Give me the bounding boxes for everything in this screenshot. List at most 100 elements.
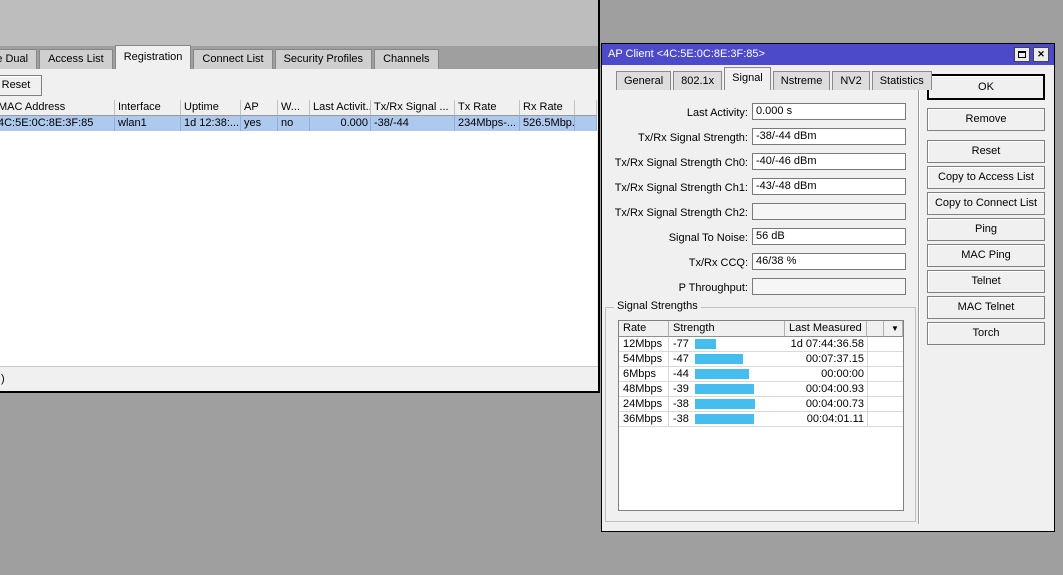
col-interface[interactable]: Interface — [115, 100, 181, 116]
signal-row[interactable]: 54Mbps -47 00:07:37.15 — [619, 352, 903, 367]
col-mac-address[interactable]: MAC Address — [0, 100, 115, 116]
signal-to-noise-field[interactable]: 56 dB — [752, 228, 906, 245]
strength-bar — [695, 339, 716, 349]
tab-channels[interactable]: Channels — [374, 49, 439, 69]
reset-button[interactable]: Reset — [927, 140, 1045, 163]
tab-nstreme[interactable]: Nstreme — [772, 71, 831, 90]
rate-value: 54Mbps — [619, 352, 669, 366]
signal-strengths-table: Rate Strength Last Measured ▼ 12Mbps -77… — [618, 320, 904, 511]
row-spacer — [867, 352, 885, 366]
maximize-button[interactable] — [1014, 47, 1030, 62]
signal-to-noise-label: Signal To Noise: — [668, 232, 748, 244]
cell-uptime[interactable]: 1d 12:38:... — [181, 116, 241, 131]
txrx-signal-strength-ch0-label: Tx/Rx Signal Strength Ch0: — [614, 157, 748, 169]
txrx-signal-strength-ch0-field[interactable]: -40/-46 dBm — [752, 153, 906, 170]
cell-interface[interactable]: wlan1 — [115, 116, 181, 131]
col-strength[interactable]: Strength — [669, 321, 785, 337]
strength-cell: -39 — [669, 382, 785, 396]
close-icon: ✕ — [1037, 49, 1045, 59]
signal-strengths-group-label: Signal Strengths — [614, 300, 701, 312]
dialog-titlebar[interactable]: AP Client <4C:5E:0C:8E:3F:85> — [602, 44, 1054, 65]
registration-row-selected[interactable]: 4C:5E:0C:8E:3F:85 wlan1 1d 12:38:... yes… — [0, 116, 597, 131]
mac-telnet-button[interactable]: MAC Telnet — [927, 296, 1045, 319]
cell-mac-address[interactable]: 4C:5E:0C:8E:3F:85 — [0, 116, 115, 131]
desktop: { "colors": { "titlebar": "#4c4ac8", "se… — [0, 0, 1063, 575]
tab-access-list[interactable]: Access List — [39, 49, 113, 69]
copy-to-connect-list-button[interactable]: Copy to Connect List — [927, 192, 1045, 215]
col-wds[interactable]: W... — [278, 100, 310, 116]
txrx-signal-strength-ch1-field[interactable]: -43/-48 dBm — [752, 178, 906, 195]
col-ap[interactable]: AP — [241, 100, 278, 116]
strength-bar — [695, 399, 755, 409]
txrx-signal-strength-field[interactable]: -38/-44 dBm — [752, 128, 906, 145]
row-spacer — [867, 397, 885, 411]
txrx-ccq-label: Tx/Rx CCQ: — [688, 257, 748, 269]
rate-value: 6Mbps — [619, 367, 669, 381]
p-throughput-field[interactable] — [752, 278, 906, 295]
registration-table-body[interactable] — [0, 131, 597, 366]
tab-8021x[interactable]: 802.1x — [673, 71, 723, 90]
last-activity-label: Last Activity: — [686, 107, 748, 119]
col-tx-rate[interactable]: Tx Rate — [455, 100, 520, 116]
strength-value: -47 — [673, 353, 689, 365]
col-uptime[interactable]: Uptime — [181, 100, 241, 116]
copy-to-access-list-button[interactable]: Copy to Access List — [927, 166, 1045, 189]
registration-table: MAC Address Interface Uptime AP W... Las… — [0, 100, 597, 366]
content-buttons-separator — [918, 72, 920, 524]
ping-button[interactable]: Ping — [927, 218, 1045, 241]
strength-bar — [695, 384, 754, 394]
strength-bar — [695, 414, 754, 424]
last-measured-value: 1d 07:44:36.58 — [790, 338, 864, 350]
close-button[interactable]: ✕ — [1033, 47, 1049, 62]
last-measured-value: 00:04:01.11 — [806, 413, 864, 425]
last-measured-value: 00:07:37.15 — [805, 353, 864, 365]
cell-rx-rate[interactable]: 526.5Mbp... — [520, 116, 575, 131]
txrx-signal-strength-ch2-field[interactable] — [752, 203, 906, 220]
col-last-activity[interactable]: Last Activit... — [310, 100, 371, 116]
cell-tx-rate[interactable]: 234Mbps-... — [455, 116, 520, 131]
ok-button[interactable]: OK — [927, 74, 1045, 100]
col-txrx-signal[interactable]: Tx/Rx Signal ... — [371, 100, 455, 116]
signal-row[interactable]: 24Mbps -38 00:04:00.73 — [619, 397, 903, 412]
cell-last-activity[interactable]: 0.000 — [310, 116, 371, 131]
txrx-ccq-field[interactable]: 46/38 % — [752, 253, 906, 270]
tab-nstreme-dual[interactable]: eme Dual — [0, 49, 38, 69]
tab-security-profiles[interactable]: Security Profiles — [274, 49, 373, 69]
last-activity-field[interactable]: 0.000 s — [752, 103, 906, 120]
tab-connect-list[interactable]: Connect List — [193, 49, 273, 69]
tab-statistics[interactable]: Statistics — [871, 71, 932, 90]
row-spacer — [867, 367, 885, 381]
last-measured-value: 00:04:00.93 — [805, 383, 864, 395]
tab-nv2[interactable]: NV2 — [832, 71, 870, 90]
torch-button[interactable]: Torch — [927, 322, 1045, 345]
cell-ap[interactable]: yes — [241, 116, 278, 131]
status-text: ) — [1, 373, 5, 385]
window-bottom-border — [0, 391, 600, 393]
window-toolbar-strip — [0, 0, 600, 46]
cell-txrx-signal[interactable]: -38/-44 — [371, 116, 455, 131]
cell-wds[interactable]: no — [278, 116, 310, 131]
signal-row[interactable]: 48Mbps -39 00:04:00.93 — [619, 382, 903, 397]
strength-value: -77 — [673, 338, 689, 350]
tab-signal[interactable]: Signal — [724, 67, 771, 90]
tab-general[interactable]: General — [616, 71, 672, 90]
telnet-button[interactable]: Telnet — [927, 270, 1045, 293]
txrx-signal-strength-label: Tx/Rx Signal Strength: — [637, 132, 748, 144]
txrx-signal-strength-ch2-label: Tx/Rx Signal Strength Ch2: — [614, 207, 748, 219]
tab-registration[interactable]: Registration — [114, 45, 192, 69]
column-dropdown-button[interactable]: ▼ — [884, 321, 903, 337]
strength-bar — [695, 369, 749, 379]
status-bar: ) — [0, 367, 598, 391]
signal-row[interactable]: 6Mbps -44 00:00:00 — [619, 367, 903, 382]
reset-toolbar-button[interactable]: Reset — [0, 75, 42, 96]
strength-value: -44 — [673, 368, 689, 380]
wireless-tab-bar: eme Dual Access List Registration Connec… — [0, 45, 441, 69]
col-rate[interactable]: Rate — [619, 321, 669, 337]
mac-ping-button[interactable]: MAC Ping — [927, 244, 1045, 267]
col-rx-rate[interactable]: Rx Rate — [520, 100, 575, 116]
col-last-measured[interactable]: Last Measured — [785, 321, 867, 337]
signal-row[interactable]: 12Mbps -77 1d 07:44:36.58 — [619, 337, 903, 352]
signal-row[interactable]: 36Mbps -38 00:04:01.11 — [619, 412, 903, 427]
remove-button[interactable]: Remove — [927, 108, 1045, 131]
wireless-tables-window: eme Dual Access List Registration Connec… — [0, 0, 600, 393]
